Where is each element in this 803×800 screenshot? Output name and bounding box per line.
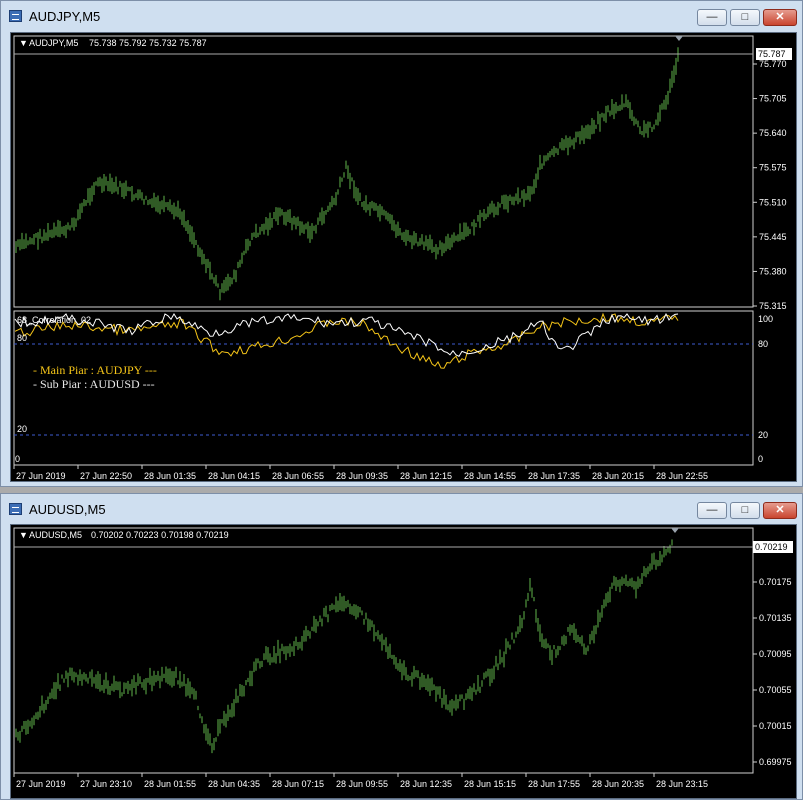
window-titlebar[interactable]: AUDJPY,M5 — □ ✕ <box>1 1 802 31</box>
window-titlebar[interactable]: AUDUSD,M5 — □ ✕ <box>1 494 802 524</box>
main-pair-legend: - Main Piar : AUDJPY --- <box>33 363 157 377</box>
time-tick-label: 28 Jun 09:55 <box>336 779 388 789</box>
time-tick-label: 28 Jun 23:15 <box>656 779 708 789</box>
time-tick-label: 28 Jun 09:35 <box>336 471 388 481</box>
chart-menu-arrow-icon[interactable]: ▼ <box>19 530 28 540</box>
price-tick-label: 0.70015 <box>759 721 792 731</box>
time-tick-label: 28 Jun 17:35 <box>528 471 580 481</box>
minimize-button[interactable]: — <box>697 502 727 519</box>
audjpy-chart-window[interactable]: AUDJPY,M5 — □ ✕ ▼ AUDJPY,M5 75.738 75.79… <box>0 0 803 487</box>
chart-area[interactable]: ▼ AUDUSD,M5 0.70202 0.70223 0.70198 0.70… <box>10 524 797 799</box>
time-tick-label: 28 Jun 04:35 <box>208 779 260 789</box>
chart-window-icon <box>9 10 22 22</box>
price-tick-label: 75.640 <box>759 128 787 138</box>
time-tick-label: 28 Jun 12:15 <box>400 471 452 481</box>
time-scale: 27 Jun 2019 27 Jun 22:50 28 Jun 01:35 28 Ju… <box>13 465 708 481</box>
price-scale: 0.70175 0.70135 0.70095 0.70055 0.70015 0.699… <box>753 577 792 767</box>
left-level-80: 80 <box>17 333 27 343</box>
time-tick-label: 27 Jun 2019 <box>16 779 66 789</box>
time-tick-label: 28 Jun 14:55 <box>464 471 516 481</box>
price-bars <box>15 47 679 301</box>
time-tick-label: 28 Jun 07:15 <box>272 779 324 789</box>
time-tick-label: 28 Jun 15:15 <box>464 779 516 789</box>
time-tick-label: 28 Jun 01:55 <box>144 779 196 789</box>
price-bars <box>15 539 673 754</box>
time-tick-label: 28 Jun 20:15 <box>592 471 644 481</box>
price-tick-label: 75.510 <box>759 197 787 207</box>
left-level-0: 0 <box>15 454 20 464</box>
main-chart-frame <box>13 527 754 774</box>
current-price-label: 0.70219 <box>755 542 788 552</box>
time-tick-label: 27 Jun 23:10 <box>80 779 132 789</box>
time-tick-label: 28 Jun 04:15 <box>208 471 260 481</box>
time-tick-label: 27 Jun 22:50 <box>80 471 132 481</box>
minimize-button[interactable]: — <box>697 9 727 26</box>
main-pair-correlation-line <box>14 312 679 369</box>
price-tick-label: 0.70095 <box>759 649 792 659</box>
time-tick-label: 28 Jun 12:35 <box>400 779 452 789</box>
left-level-20: 20 <box>17 424 27 434</box>
price-tick-label: 75.705 <box>759 94 787 104</box>
time-tick-label: 27 Jun 2019 <box>16 471 66 481</box>
price-tick-label: 75.575 <box>759 163 787 173</box>
ohlc-values: 75.738 75.792 75.732 75.787 <box>89 38 207 48</box>
right-level-0: 0 <box>758 454 763 464</box>
symbol-label: AUDUSD,M5 <box>29 530 82 540</box>
chart-shift-marker-icon[interactable] <box>675 36 683 41</box>
maximize-button[interactable]: □ <box>730 9 760 26</box>
symbol-label: AUDJPY,M5 <box>29 38 78 48</box>
time-tick-label: 28 Jun 22:55 <box>656 471 708 481</box>
price-tick-label: 75.380 <box>759 266 787 276</box>
time-tick-label: 28 Jun 20:35 <box>592 779 644 789</box>
price-tick-label: 0.69975 <box>759 757 792 767</box>
time-tick-label: 28 Jun 06:55 <box>272 471 324 481</box>
time-tick-label: 28 Jun 17:55 <box>528 779 580 789</box>
sub-pair-legend: - Sub Piar : AUDUSD --- <box>33 377 155 391</box>
right-level-20: 20 <box>758 430 768 440</box>
chart-menu-arrow-icon[interactable]: ▼ <box>19 38 28 48</box>
price-tick-label: 75.315 <box>759 301 787 311</box>
main-chart-frame <box>13 35 754 308</box>
maximize-button[interactable]: □ <box>730 502 760 519</box>
ohlc-values: 0.70202 0.70223 0.70198 0.70219 <box>91 530 229 540</box>
chart-area[interactable]: ▼ AUDJPY,M5 75.738 75.792 75.732 75.787 … <box>10 32 797 482</box>
close-button[interactable]: ✕ <box>763 502 797 519</box>
right-level-80: 80 <box>758 339 768 349</box>
window-title: AUDUSD,M5 <box>29 502 106 517</box>
audjpy-chart-svg[interactable]: ▼ AUDJPY,M5 75.738 75.792 75.732 75.787 … <box>11 33 797 482</box>
price-scale: 75.770 75.705 75.640 75.575 75.510 75.445 75.3… <box>753 59 787 311</box>
price-tick-label: 75.445 <box>759 232 787 242</box>
chart-shift-marker-icon[interactable] <box>671 528 679 533</box>
current-price-label: 75.787 <box>758 49 786 59</box>
price-tick-label: 0.70135 <box>759 613 792 623</box>
chart-window-icon <box>9 503 22 515</box>
price-tick-label: 0.70175 <box>759 577 792 587</box>
price-tick-label: 0.70055 <box>759 685 792 695</box>
right-level-100: 100 <box>758 314 773 324</box>
time-tick-label: 28 Jun 01:35 <box>144 471 196 481</box>
price-tick-label: 75.770 <box>759 59 787 69</box>
time-scale: 27 Jun 2019 27 Jun 23:10 28 Jun 01:55 28 Ju… <box>13 773 708 789</box>
window-title: AUDJPY,M5 <box>29 9 101 24</box>
audusd-chart-svg[interactable]: ▼ AUDUSD,M5 0.70202 0.70223 0.70198 0.70… <box>11 525 797 799</box>
audusd-chart-window[interactable]: AUDUSD,M5 — □ ✕ ▼ AUDUSD,M5 0.70202 0.70… <box>0 493 803 800</box>
close-button[interactable]: ✕ <box>763 9 797 26</box>
